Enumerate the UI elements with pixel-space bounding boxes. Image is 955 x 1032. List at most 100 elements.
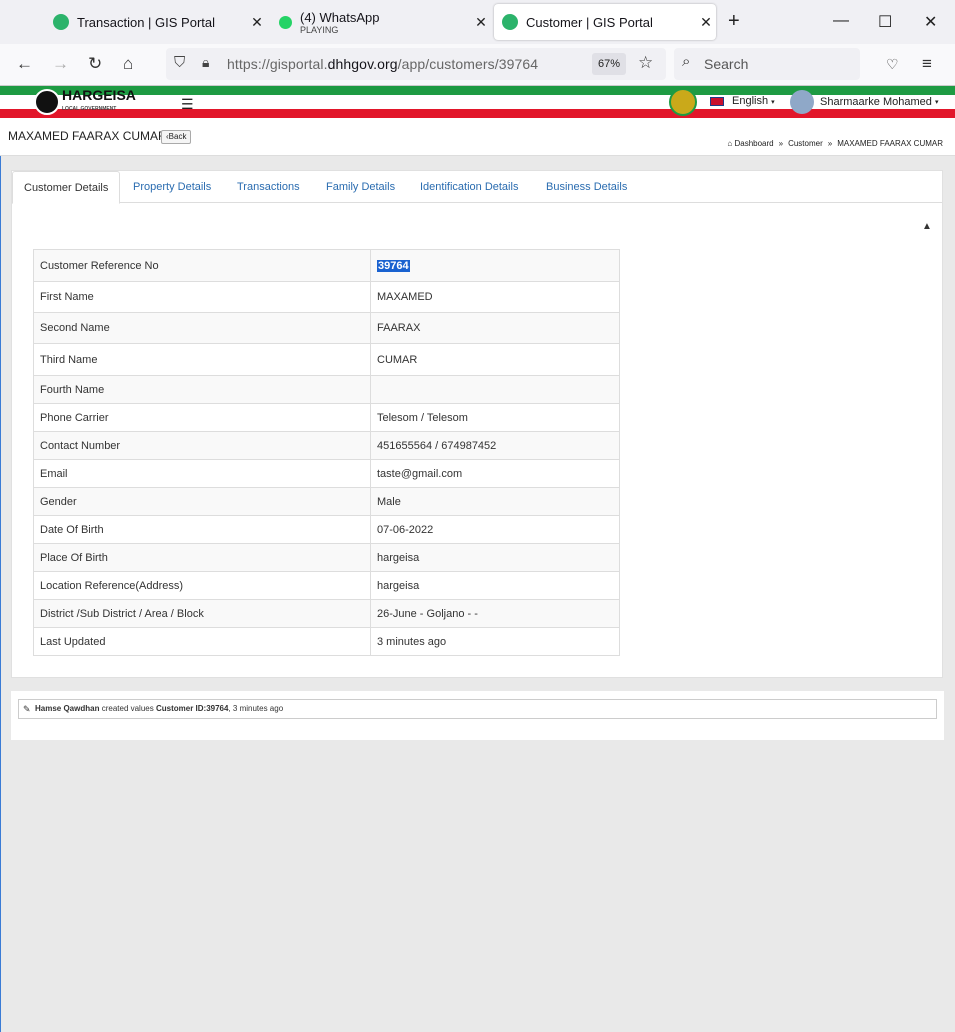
search-icon: ⌕ — [682, 53, 691, 70]
shield-icon[interactable]: ⛉ — [174, 54, 185, 71]
minimize-icon[interactable]: — — [833, 12, 849, 30]
tab-business-details[interactable]: Business Details — [535, 171, 638, 203]
logo-text: HARGEISA — [62, 87, 136, 103]
url-bar[interactable]: ⛉ 🔒︎ https://gisportal.dhhgov.org/app/cu… — [166, 48, 666, 80]
field-label: Gender — [33, 487, 371, 516]
field-label: Second Name — [33, 312, 371, 344]
caret-down-icon: ▾ — [934, 99, 939, 106]
tab-identification-details[interactable]: Identification Details — [409, 171, 529, 203]
tab-property-details[interactable]: Property Details — [122, 171, 222, 203]
tab-playing-label: PLAYING — [300, 24, 339, 35]
field-label: Place Of Birth — [33, 543, 371, 572]
table-row: Location Reference(Address) hargeisa — [33, 571, 620, 600]
field-label: Customer Reference No — [33, 249, 371, 282]
browser-tab-whatsapp[interactable]: (4) WhatsApp PLAYING ✕ — [271, 4, 491, 40]
close-window-icon[interactable]: ✕ — [924, 12, 937, 32]
hargeisa-logo[interactable]: HARGEISA LOCAL GOVERNMENT — [34, 88, 136, 116]
reload-icon[interactable]: ↻ — [88, 54, 102, 74]
activity-action: created values — [101, 704, 154, 713]
search-placeholder: Search — [704, 56, 749, 72]
search-input[interactable]: ⌕ Search — [674, 48, 860, 80]
language-selector[interactable]: English ▾ — [710, 95, 775, 107]
caret-down-icon: ▾ — [771, 99, 775, 106]
field-value: CUMAR — [370, 343, 620, 376]
back-button[interactable]: ‹Back — [161, 130, 192, 144]
url-text[interactable]: https://gisportal.dhhgov.org/app/custome… — [227, 56, 538, 72]
language-label: English — [732, 95, 769, 107]
user-name: Sharmaarke Mohamed — [820, 96, 932, 108]
breadcrumb-customer[interactable]: Customer — [788, 139, 823, 148]
user-menu[interactable]: Sharmaarke Mohamed ▾ — [790, 90, 938, 114]
field-value: 39764 — [377, 259, 410, 272]
field-value: hargeisa — [370, 571, 620, 600]
detail-tabs: Customer Details Property Details Transa… — [12, 171, 942, 204]
bookmark-star-icon[interactable]: ☆ — [638, 53, 653, 73]
whatsapp-favicon-icon — [279, 15, 292, 29]
hamburger-menu-icon[interactable]: ☰ — [181, 96, 194, 113]
table-row: First Name MAXAMED — [33, 281, 620, 313]
collapse-chevron-up-icon[interactable]: ▲ — [922, 221, 932, 232]
tab-title: (4) WhatsApp — [300, 9, 380, 25]
table-row: Email taste@gmail.com — [33, 459, 620, 488]
site-header: HARGEISA LOCAL GOVERNMENT ☰ English ▾ Sha… — [0, 86, 955, 118]
field-value: MAXAMED — [370, 281, 620, 313]
field-label: Third Name — [33, 343, 371, 376]
pocket-icon[interactable]: ♡ — [886, 56, 899, 73]
tab-title: Customer | GIS Portal — [526, 14, 653, 30]
close-tab-icon[interactable]: ✕ — [696, 14, 716, 31]
field-value: Telesom / Telesom — [370, 403, 620, 432]
field-value: Male — [370, 487, 620, 516]
activity-target: Customer ID:39764 — [155, 704, 229, 713]
table-row: Gender Male — [33, 487, 620, 516]
field-value: FAARAX — [370, 312, 620, 344]
browser-tab-bar: Transaction | GIS Portal ✕ (4) WhatsApp P… — [0, 0, 955, 44]
browser-tab-transaction[interactable]: Transaction | GIS Portal ✕ — [45, 4, 267, 40]
home-icon: ⌂ — [727, 139, 733, 148]
close-tab-icon[interactable]: ✕ — [471, 14, 491, 31]
activity-entry: ✎ Hamse Qawdhan created values Customer … — [18, 699, 937, 719]
new-tab-icon[interactable]: + — [728, 10, 740, 33]
breadcrumb-current: MAXAMED FAARAX CUMAR — [837, 139, 943, 148]
table-row: Date Of Birth 07-06-2022 — [33, 515, 620, 544]
zoom-level[interactable]: 67% — [592, 53, 626, 75]
field-value: 3 minutes ago — [370, 627, 620, 656]
tab-title: Transaction | GIS Portal — [77, 14, 216, 30]
back-arrow-icon[interactable]: ← — [16, 54, 33, 74]
field-label: District /Sub District / Area / Block — [33, 599, 371, 628]
field-label: Phone Carrier — [33, 403, 371, 432]
government-seal-icon — [669, 88, 697, 116]
logo-subtitle: LOCAL GOVERNMENT — [62, 106, 117, 112]
activity-time: , 3 minutes ago — [228, 704, 284, 713]
forward-arrow-icon[interactable]: → — [52, 54, 69, 74]
close-tab-icon[interactable]: ✕ — [247, 14, 267, 31]
menu-icon[interactable]: ≡ — [922, 54, 932, 74]
gis-portal-favicon-icon — [53, 14, 69, 30]
table-row: Place Of Birth hargeisa — [33, 543, 620, 572]
field-label: Location Reference(Address) — [33, 571, 371, 600]
home-icon[interactable]: ⌂ — [123, 54, 133, 74]
browser-tab-customer[interactable]: Customer | GIS Portal ✕ — [494, 4, 716, 40]
tab-family-details[interactable]: Family Details — [315, 171, 406, 203]
tab-customer-details[interactable]: Customer Details — [12, 171, 121, 204]
logo-emblem-icon — [34, 89, 60, 115]
field-label: Date Of Birth — [33, 515, 371, 544]
field-value: hargeisa — [370, 543, 620, 572]
field-value: 451655564 / 674987452 — [370, 431, 620, 460]
field-label: Email — [33, 459, 371, 488]
back-label: Back — [168, 132, 187, 141]
table-row: Third Name CUMAR — [33, 343, 620, 376]
table-row: Customer Reference No 39764 — [33, 249, 620, 282]
url-path: /app/customers/39764 — [397, 56, 539, 72]
page-title: MAXAMED FAARAX CUMAR — [8, 129, 167, 143]
gis-portal-favicon-icon — [502, 14, 518, 30]
breadcrumb-dashboard[interactable]: Dashboard — [734, 139, 773, 148]
breadcrumb: ⌂ Dashboard» Customer» MAXAMED FAARAX CUMA… — [727, 139, 943, 148]
lock-icon[interactable]: 🔒︎ — [202, 54, 209, 71]
table-row: Contact Number 451655564 / 674987452 — [33, 431, 620, 460]
avatar — [790, 90, 814, 114]
field-value: taste@gmail.com — [370, 459, 620, 488]
field-value: 07-06-2022 — [370, 515, 620, 544]
maximize-icon[interactable]: ☐ — [878, 12, 892, 32]
field-value: 26-June - Goljano - - — [370, 599, 620, 628]
tab-transactions[interactable]: Transactions — [226, 171, 311, 203]
